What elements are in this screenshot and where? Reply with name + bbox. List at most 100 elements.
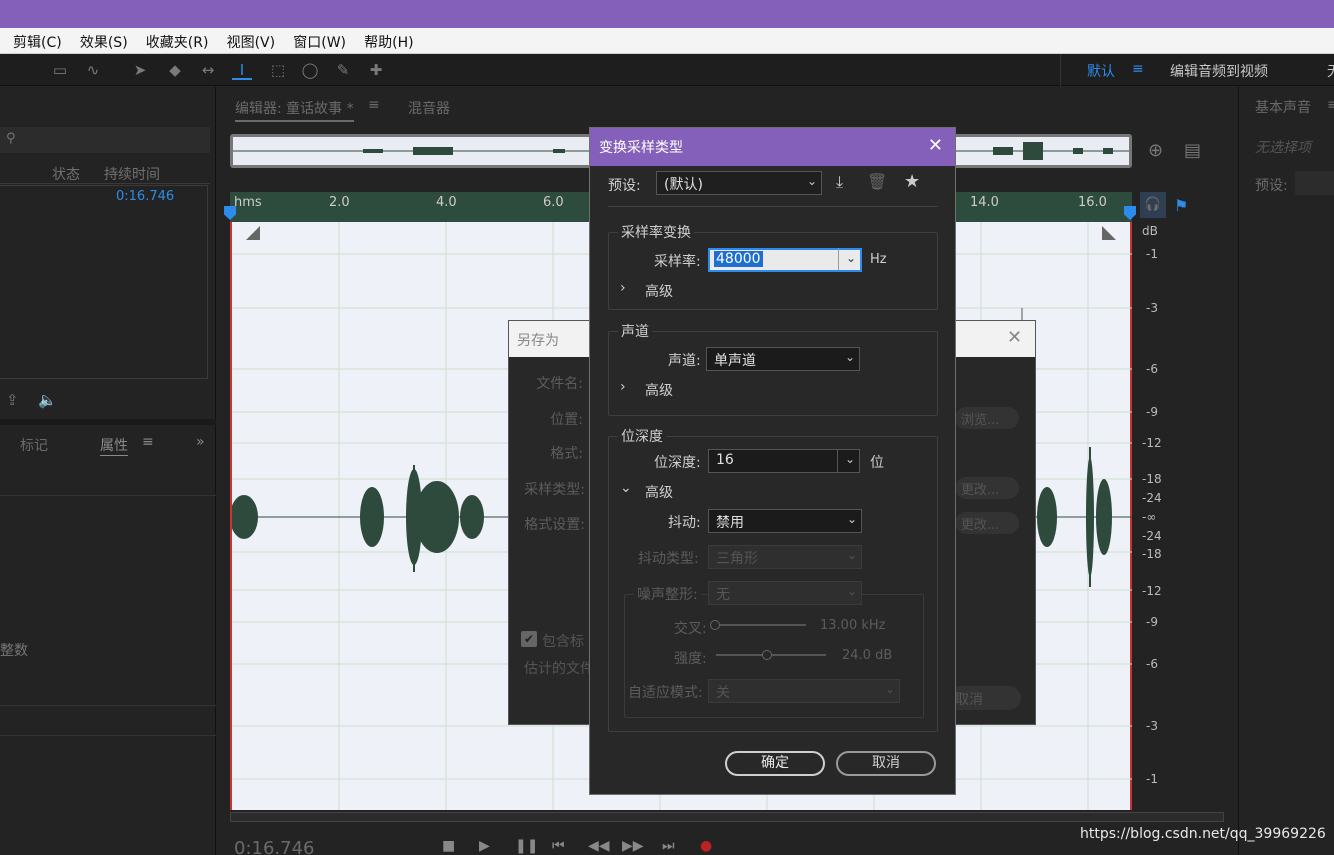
bit-depth-advanced-toggle[interactable]: 高级 — [645, 482, 673, 502]
dither-value: 禁用 — [716, 515, 744, 531]
preset-dropdown[interactable]: (默认) ⌄ — [656, 171, 822, 195]
col-status[interactable]: 状态 — [52, 164, 80, 184]
insert-icon[interactable]: ⇪ — [6, 391, 19, 409]
include-markers-checkbox[interactable]: ✔ — [521, 631, 537, 647]
headphones-icon[interactable]: 🎧 — [1140, 192, 1166, 218]
channels-advanced-toggle[interactable]: 高级 — [645, 380, 673, 400]
sample-rate-advanced-toggle[interactable]: 高级 — [645, 281, 673, 301]
crossover-slider[interactable] — [716, 624, 806, 626]
editor-menu-icon[interactable]: ≡ — [368, 97, 380, 113]
delete-preset-icon[interactable]: 🗑 — [867, 172, 887, 191]
channels-dropdown[interactable]: 单声道 ⌄ — [706, 347, 860, 371]
healing-tool-icon[interactable]: ✚ — [366, 60, 386, 80]
move-tool-icon[interactable]: ➤ — [130, 60, 150, 80]
save-as-cancel-button[interactable]: 取消 — [945, 686, 1021, 710]
files-search-input[interactable]: ⚲ — [0, 127, 210, 153]
rewind-icon[interactable]: ◀◀ — [588, 838, 610, 854]
marquee-tool-icon[interactable]: ⬚ — [268, 60, 288, 80]
dither-type-dropdown[interactable]: 三角形 ⌄ — [708, 545, 862, 569]
pin-icon[interactable]: ⚑ — [1174, 196, 1188, 215]
close-icon[interactable]: ✕ — [928, 135, 943, 156]
pause-icon[interactable]: ❚❚ — [515, 838, 538, 854]
dialog-title: 变换采样类型 — [599, 140, 683, 156]
zoom-target-icon[interactable]: ⊕ — [1148, 140, 1163, 161]
db-label: -1 — [1146, 772, 1158, 786]
playhead-end-marker[interactable] — [1124, 206, 1136, 220]
overview-settings-icon[interactable]: ▤ — [1184, 140, 1201, 161]
ruler-label: 4.0 — [436, 195, 457, 210]
favorite-star-icon[interactable]: ★ — [904, 171, 920, 192]
change-format-button[interactable]: 更改... — [955, 512, 1019, 534]
menu-help[interactable]: 帮助(H) — [364, 32, 413, 52]
chevron-right-icon[interactable]: › — [620, 379, 626, 395]
include-markers-label: 包含标 — [542, 634, 584, 650]
razor-tool-icon[interactable]: ◆ — [165, 60, 185, 80]
fast-forward-icon[interactable]: ▶▶ — [622, 838, 644, 854]
file-duration-value[interactable]: 0:16.746 — [116, 189, 174, 204]
noise-shaping-dropdown[interactable]: 无 ⌄ — [708, 581, 862, 605]
menu-effects[interactable]: 效果(S) — [80, 32, 128, 52]
ruler-label: 2.0 — [329, 195, 350, 210]
noise-shaping-value: 无 — [716, 587, 730, 603]
db-label: -6 — [1146, 657, 1158, 671]
menu-view[interactable]: 视图(V) — [227, 32, 276, 52]
brush-tool-icon[interactable]: ✎ — [333, 60, 353, 80]
sample-rate-value: 48000 — [714, 251, 763, 267]
record-icon[interactable]: ● — [700, 838, 712, 854]
skip-forward-icon[interactable]: ⏭ — [662, 838, 675, 854]
spectral-view-icon[interactable]: ∿ — [83, 60, 103, 80]
menu-favorites[interactable]: 收藏夹(R) — [146, 32, 209, 52]
chevron-right-icon[interactable]: › — [620, 280, 626, 296]
expand-icon[interactable]: » — [196, 434, 205, 450]
workspace-more[interactable]: 无 — [1327, 61, 1334, 81]
chevron-down-icon: ⌄ — [846, 548, 857, 562]
panel-menu-icon[interactable]: ≡ — [142, 434, 154, 450]
chevron-down-icon[interactable]: ⌄ — [846, 251, 856, 265]
bit-depth-value: 16 — [716, 452, 734, 468]
close-icon[interactable]: ✕ — [1007, 327, 1022, 348]
crossover-slider-knob[interactable] — [710, 620, 720, 630]
panel-menu-icon[interactable]: ≡ — [1327, 97, 1334, 113]
col-duration[interactable]: 持续时间 — [104, 164, 160, 184]
bit-depth-input[interactable]: 16 ⌄ — [708, 449, 860, 473]
workspace-edit-to-video[interactable]: 编辑音频到视频 — [1170, 61, 1268, 81]
dither-label: 抖动: — [668, 515, 701, 531]
horizontal-scrollbar[interactable] — [230, 812, 1224, 822]
skip-back-icon[interactable]: ⏮ — [552, 838, 565, 854]
adaptive-mode-dropdown[interactable]: 关 ⌄ — [708, 679, 900, 703]
ok-button[interactable]: 确定 — [725, 751, 825, 776]
stop-icon[interactable]: ■ — [442, 838, 455, 854]
tab-properties[interactable]: 属性 — [100, 435, 128, 456]
db-label: -18 — [1142, 547, 1162, 561]
preset-dropdown[interactable] — [1295, 171, 1334, 195]
save-as-title: 另存为 — [517, 333, 559, 349]
workspace-menu-icon[interactable]: ≡ — [1132, 61, 1144, 77]
change-sample-type-button[interactable]: 更改... — [955, 477, 1019, 499]
bit-depth-label: 位深度: — [654, 455, 701, 471]
time-selection-tool-icon[interactable]: I — [232, 60, 252, 80]
strength-slider-knob[interactable] — [762, 650, 772, 660]
chevron-down-icon[interactable]: ⌄ — [845, 452, 855, 466]
cancel-button[interactable]: 取消 — [836, 751, 936, 776]
sample-rate-input[interactable]: 48000 ⌄ — [708, 248, 862, 272]
sample-rate-unit: Hz — [870, 252, 887, 267]
play-icon[interactable]: ▶ — [479, 838, 490, 854]
tab-editor[interactable]: 编辑器: 童话故事 * — [235, 98, 354, 122]
chevron-down-icon[interactable]: ⌄ — [620, 480, 632, 496]
playhead-start-marker[interactable] — [224, 206, 236, 220]
speaker-icon[interactable]: 🔈 — [38, 391, 57, 409]
browse-button[interactable]: 浏览... — [955, 407, 1019, 429]
dither-dropdown[interactable]: 禁用 ⌄ — [708, 509, 862, 533]
filename-label: 文件名: — [536, 376, 583, 392]
tab-mixer[interactable]: 混音器 — [408, 98, 450, 118]
slip-tool-icon[interactable]: ↔ — [198, 60, 218, 80]
db-label: -12 — [1142, 584, 1162, 598]
lasso-tool-icon[interactable]: ◯ — [300, 60, 320, 80]
save-preset-icon[interactable]: ⤓ — [836, 172, 843, 192]
waveform-view-icon[interactable]: ▭ — [50, 60, 70, 80]
tab-markers[interactable]: 标记 — [20, 435, 48, 455]
menu-window[interactable]: 窗口(W) — [293, 32, 346, 52]
chevron-down-icon: ⌄ — [846, 512, 857, 526]
menu-edit[interactable]: 剪辑(C) — [13, 32, 62, 52]
workspace-default[interactable]: 默认 — [1087, 61, 1115, 81]
